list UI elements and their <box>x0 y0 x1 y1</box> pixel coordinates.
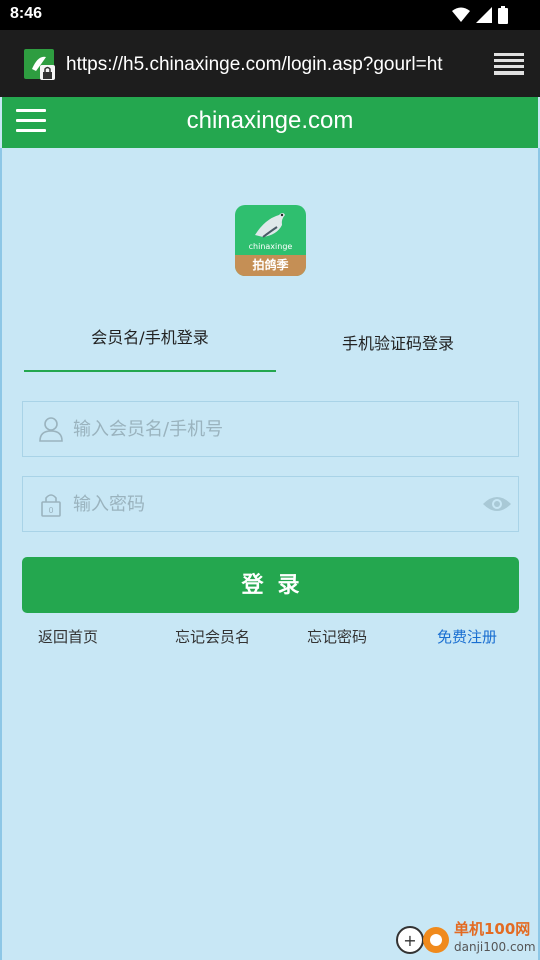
app-logo: chinaxinge 拍鸽季 <box>235 205 306 276</box>
watermark-text-cn: 单机100网 <box>454 920 531 938</box>
forgot-password-link[interactable]: 忘记密码 <box>307 626 367 647</box>
padlock-icon: 0 <box>41 494 61 517</box>
pigeon-icon <box>255 213 285 238</box>
status-bar: 8:46 <box>0 0 540 30</box>
back-home-link[interactable]: 返回首页 <box>38 626 98 647</box>
top-navigation: chinaxinge.com <box>2 97 538 148</box>
show-password-eye-icon[interactable] <box>482 493 512 515</box>
svg-text:0: 0 <box>48 506 53 515</box>
svg-text:+: + <box>403 931 416 950</box>
url-text[interactable]: https://h5.chinaxinge.com/login.asp?gour… <box>66 54 468 76</box>
status-icons <box>452 6 508 24</box>
wifi-icon <box>452 7 470 22</box>
battery-icon <box>498 6 508 24</box>
lock-icon <box>40 65 55 80</box>
username-field[interactable] <box>22 401 519 457</box>
username-input[interactable] <box>73 402 473 456</box>
free-register-link[interactable]: 免费注册 <box>437 626 497 647</box>
logo-text-en: chinaxinge <box>248 242 293 251</box>
watermark-logo-icon: + <box>396 926 449 954</box>
user-icon <box>39 417 63 442</box>
tabs-icon[interactable] <box>494 53 524 75</box>
forgot-username-link[interactable]: 忘记会员名 <box>175 626 250 647</box>
watermark: + 单机100网 danji100.com <box>392 916 540 960</box>
active-tab-indicator <box>24 370 276 372</box>
status-time: 8:46 <box>10 5 43 22</box>
password-input[interactable] <box>73 477 473 531</box>
signal-icon <box>476 7 492 23</box>
site-title: chinaxinge.com <box>186 107 354 134</box>
login-button[interactable]: 登录 <box>22 557 519 613</box>
watermark-text-en: danji100.com <box>454 940 536 954</box>
logo-text-cn: 拍鸽季 <box>235 255 306 276</box>
password-field[interactable]: 0 <box>22 476 519 532</box>
tab-username-login[interactable]: 会员名/手机登录 <box>24 324 276 348</box>
tab-sms-login[interactable]: 手机验证码登录 <box>280 330 516 354</box>
